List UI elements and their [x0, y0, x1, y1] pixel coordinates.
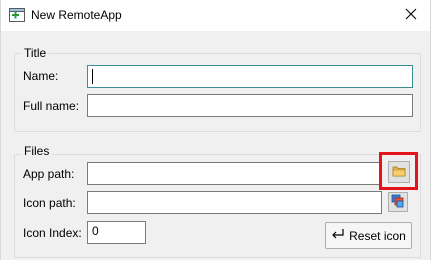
icon-path-label: Icon path: — [23, 196, 76, 210]
files-group-legend: Files — [21, 144, 53, 158]
return-arrow-icon — [331, 228, 345, 243]
icon-index-label: Icon Index: — [23, 226, 82, 240]
new-remoteapp-dialog: New RemoteApp Title Name: Full name: Fil… — [0, 0, 431, 260]
icon-index-field[interactable]: 0 — [87, 221, 146, 244]
close-button[interactable] — [392, 0, 430, 31]
title-group-legend: Title — [21, 46, 50, 60]
folder-icon — [392, 164, 406, 181]
title-bar: New RemoteApp — [1, 0, 430, 31]
reset-icon-button[interactable]: Reset icon — [325, 222, 412, 249]
name-label: Name: — [23, 69, 59, 83]
icon-path-field[interactable] — [87, 191, 382, 214]
name-field[interactable] — [87, 65, 413, 88]
text-caret — [92, 69, 93, 84]
app-path-field[interactable] — [87, 162, 382, 185]
full-name-field[interactable] — [87, 94, 413, 117]
icon-picker-icon — [391, 194, 405, 211]
reset-icon-label: Reset icon — [349, 228, 406, 243]
window-title: New RemoteApp — [31, 8, 122, 22]
close-icon — [405, 8, 417, 23]
remoteapp-icon — [9, 8, 25, 22]
full-name-label: Full name: — [23, 99, 80, 113]
icon-path-browse-button[interactable] — [388, 192, 408, 212]
app-path-label: App path: — [23, 167, 75, 181]
app-path-browse-button[interactable] — [388, 161, 410, 183]
